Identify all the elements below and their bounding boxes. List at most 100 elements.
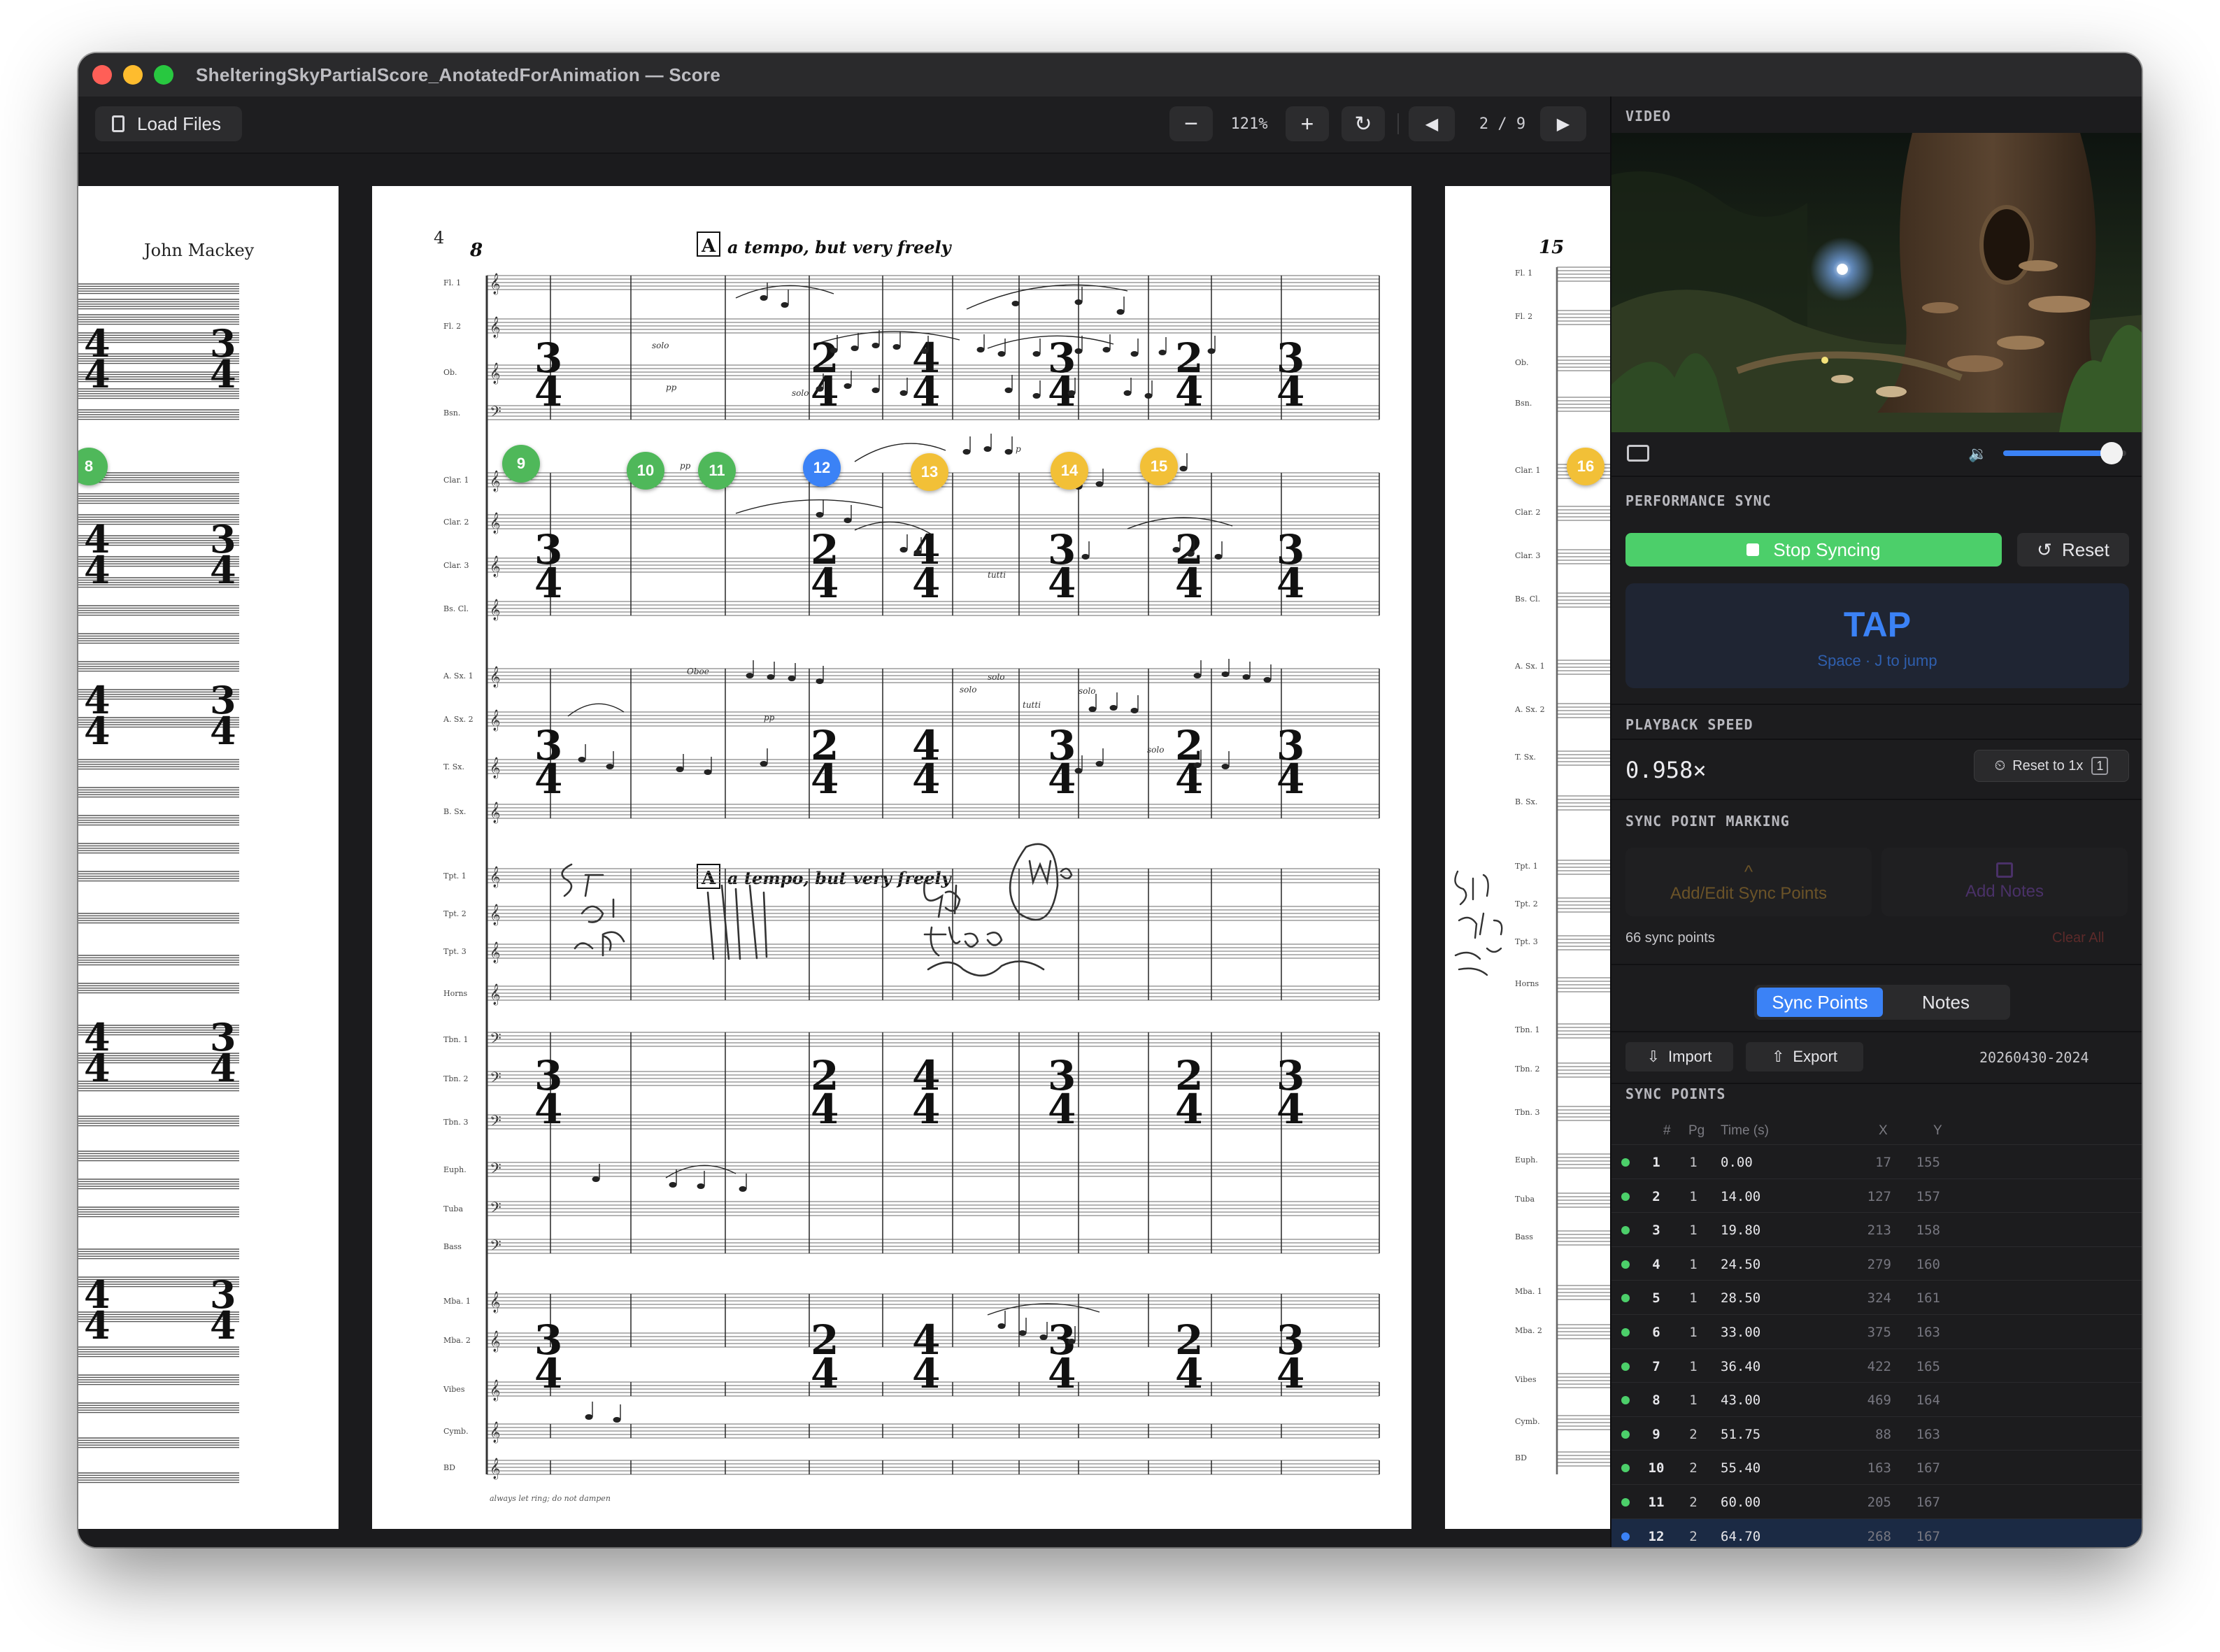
status-dot	[1621, 1430, 1630, 1439]
table-row[interactable]: 2 1 14.00 127 157	[1611, 1178, 2142, 1213]
cell-time: 0.00	[1721, 1155, 1753, 1170]
table-row[interactable]: 1 1 0.00 17 155	[1611, 1144, 2142, 1179]
add-edit-sync-points-button[interactable]: ^ Add/Edit Sync Points	[1625, 848, 1872, 916]
export-button[interactable]: ⇧ Export	[1746, 1042, 1863, 1071]
sync-marker[interactable]: 16	[1567, 448, 1604, 485]
table-row[interactable]: 11 2 60.00 205 167	[1611, 1483, 2142, 1518]
instrument-label: Tuba	[1515, 1195, 1535, 1204]
sync-marker[interactable]: 11	[698, 452, 736, 490]
cell-x: 268	[1867, 1528, 1891, 1544]
svg-text:4: 4	[1048, 1350, 1076, 1397]
cell-x: 17	[1875, 1155, 1891, 1170]
svg-text:𝄢: 𝄢	[490, 1199, 501, 1220]
cell-number: 1	[1652, 1155, 1660, 1170]
sync-marker[interactable]: 12	[803, 449, 841, 487]
cell-y: 155	[1916, 1155, 1940, 1170]
table-row[interactable]: 3 1 19.80 213 158	[1611, 1212, 2142, 1246]
instrument-label: Tpt. 2	[443, 909, 467, 918]
import-label: Import	[1668, 1048, 1712, 1065]
score-page-next[interactable]: 15 Fl. 1 Fl. 2 Ob. Bsn. Clar. 1 Clar. 2 Clar. …	[1445, 186, 1610, 1529]
prev-page-button[interactable]: ◀	[1409, 106, 1455, 141]
table-row[interactable]: 12 2 64.70 268 167	[1611, 1518, 2142, 1547]
stop-icon	[1746, 543, 1760, 556]
title-bar: ShelteringSkyPartialScore_AnotatedForAni…	[78, 53, 2142, 98]
status-dot	[1621, 1260, 1630, 1269]
sync-marking-label: SYNC POINT MARKING	[1625, 813, 1790, 829]
instrument-label: Fl. 1	[443, 278, 461, 287]
close-window-button[interactable]	[92, 65, 112, 85]
zoom-out-button[interactable]: −	[1169, 106, 1213, 141]
svg-text:𝄞: 𝄞	[490, 470, 500, 492]
picture-in-picture-icon[interactable]	[1627, 445, 1649, 462]
table-row[interactable]: 9 2 51.75 88 163	[1611, 1416, 2142, 1451]
sync-marker[interactable]: 13	[911, 453, 948, 491]
svg-text:𝄢: 𝄢	[490, 1069, 501, 1090]
instrument-label: Fl. 1	[1515, 269, 1532, 278]
score-page-next-art: 15 Fl. 1 Fl. 2 Ob. Bsn. Clar. 1 Clar. 2 Clar. …	[1454, 237, 1610, 1474]
volume-icon: 🔉	[1968, 445, 1988, 462]
instrument-label: BD	[443, 1463, 455, 1472]
zoom-in-button[interactable]: +	[1286, 106, 1329, 141]
table-row[interactable]: 8 1 43.00 469 164	[1611, 1382, 2142, 1416]
cell-page: 2	[1689, 1426, 1698, 1442]
status-dot	[1621, 1362, 1630, 1371]
sync-marker[interactable]: 10	[627, 452, 664, 490]
zoom-window-button[interactable]	[154, 65, 173, 85]
reset-button[interactable]: ↺ Reset	[2017, 533, 2129, 567]
clear-all-button[interactable]: Clear All	[2052, 930, 2104, 946]
import-button[interactable]: ⇩ Import	[1625, 1042, 1733, 1071]
sync-points-label: SYNC POINTS	[1625, 1085, 1726, 1102]
cell-x: 163	[1867, 1460, 1891, 1476]
table-row[interactable]: 7 1 36.40 422 165	[1611, 1348, 2142, 1383]
stop-syncing-button[interactable]: Stop Syncing	[1625, 533, 2002, 567]
sync-marker[interactable]: 15	[1140, 448, 1178, 485]
table-row[interactable]: 5 1 28.50 324 161	[1611, 1280, 2142, 1314]
svg-text:4: 4	[84, 352, 111, 397]
sync-marker[interactable]: 9	[502, 445, 540, 483]
instrument-label: Tbn. 3	[443, 1118, 468, 1127]
table-row[interactable]: 6 1 33.00 375 163	[1611, 1313, 2142, 1348]
score-page-previous[interactable]: John Mackey 44344434443444344434 8	[78, 186, 339, 1529]
sync-points-table: 1 1 0.00 17 155 2 1 14.00 127 157 3 1 19.80 213 158 4 1 2…	[1611, 1144, 2142, 1547]
cell-x: 422	[1867, 1358, 1891, 1374]
tab-sync-points[interactable]: Sync Points	[1757, 988, 1883, 1017]
minimize-window-button[interactable]	[123, 65, 143, 85]
svg-text:4: 4	[1175, 560, 1203, 607]
next-page-button[interactable]: ▶	[1540, 106, 1586, 141]
status-dot	[1621, 1396, 1630, 1405]
cell-page: 2	[1689, 1460, 1698, 1476]
add-notes-button[interactable]: Add Notes	[1881, 848, 2128, 916]
table-row[interactable]: 4 1 24.50 279 160	[1611, 1246, 2142, 1281]
volume-slider[interactable]	[2003, 442, 2126, 464]
cell-y: 161	[1916, 1290, 1940, 1306]
instrument-label: Tpt. 1	[443, 871, 467, 881]
video-player[interactable]	[1611, 133, 2142, 432]
col-x: X	[1879, 1123, 1888, 1138]
status-dot	[1621, 1158, 1630, 1167]
load-files-button[interactable]: Load Files	[95, 106, 242, 141]
cell-page: 1	[1689, 1256, 1698, 1272]
cell-x: 375	[1867, 1324, 1891, 1340]
status-dot	[1621, 1294, 1630, 1303]
svg-text:𝄢: 𝄢	[490, 404, 501, 425]
svg-text:4: 4	[1048, 755, 1076, 803]
caret-up-icon: ^	[1744, 860, 1753, 882]
svg-text:4: 4	[210, 548, 236, 592]
tap-button[interactable]: TAP Space · J to jump	[1625, 583, 2129, 688]
volume-slider-knob[interactable]	[2100, 442, 2123, 464]
cell-time: 19.80	[1721, 1223, 1761, 1239]
table-row[interactable]: 10 2 55.40 163 167	[1611, 1450, 2142, 1484]
rotate-button[interactable]: ↻	[1342, 106, 1385, 141]
sync-marker[interactable]: 14	[1051, 452, 1088, 490]
reset-speed-button[interactable]: ⏲ Reset to 1x 1	[1974, 750, 2129, 782]
cell-y: 160	[1916, 1256, 1940, 1272]
status-dot	[1621, 1532, 1630, 1541]
svg-text:𝄞: 𝄞	[490, 666, 500, 688]
performance-sync-label: PERFORMANCE SYNC	[1625, 492, 1772, 509]
instrument-label: Tbn. 2	[443, 1074, 468, 1083]
score-page-current[interactable]: 4 8 A a tempo, but very freely A a tempo…	[372, 186, 1411, 1529]
add-edit-sync-label: Add/Edit Sync Points	[1670, 883, 1828, 903]
cell-y: 165	[1916, 1358, 1940, 1374]
divider	[1611, 799, 2142, 800]
tab-notes[interactable]: Notes	[1884, 988, 2007, 1017]
